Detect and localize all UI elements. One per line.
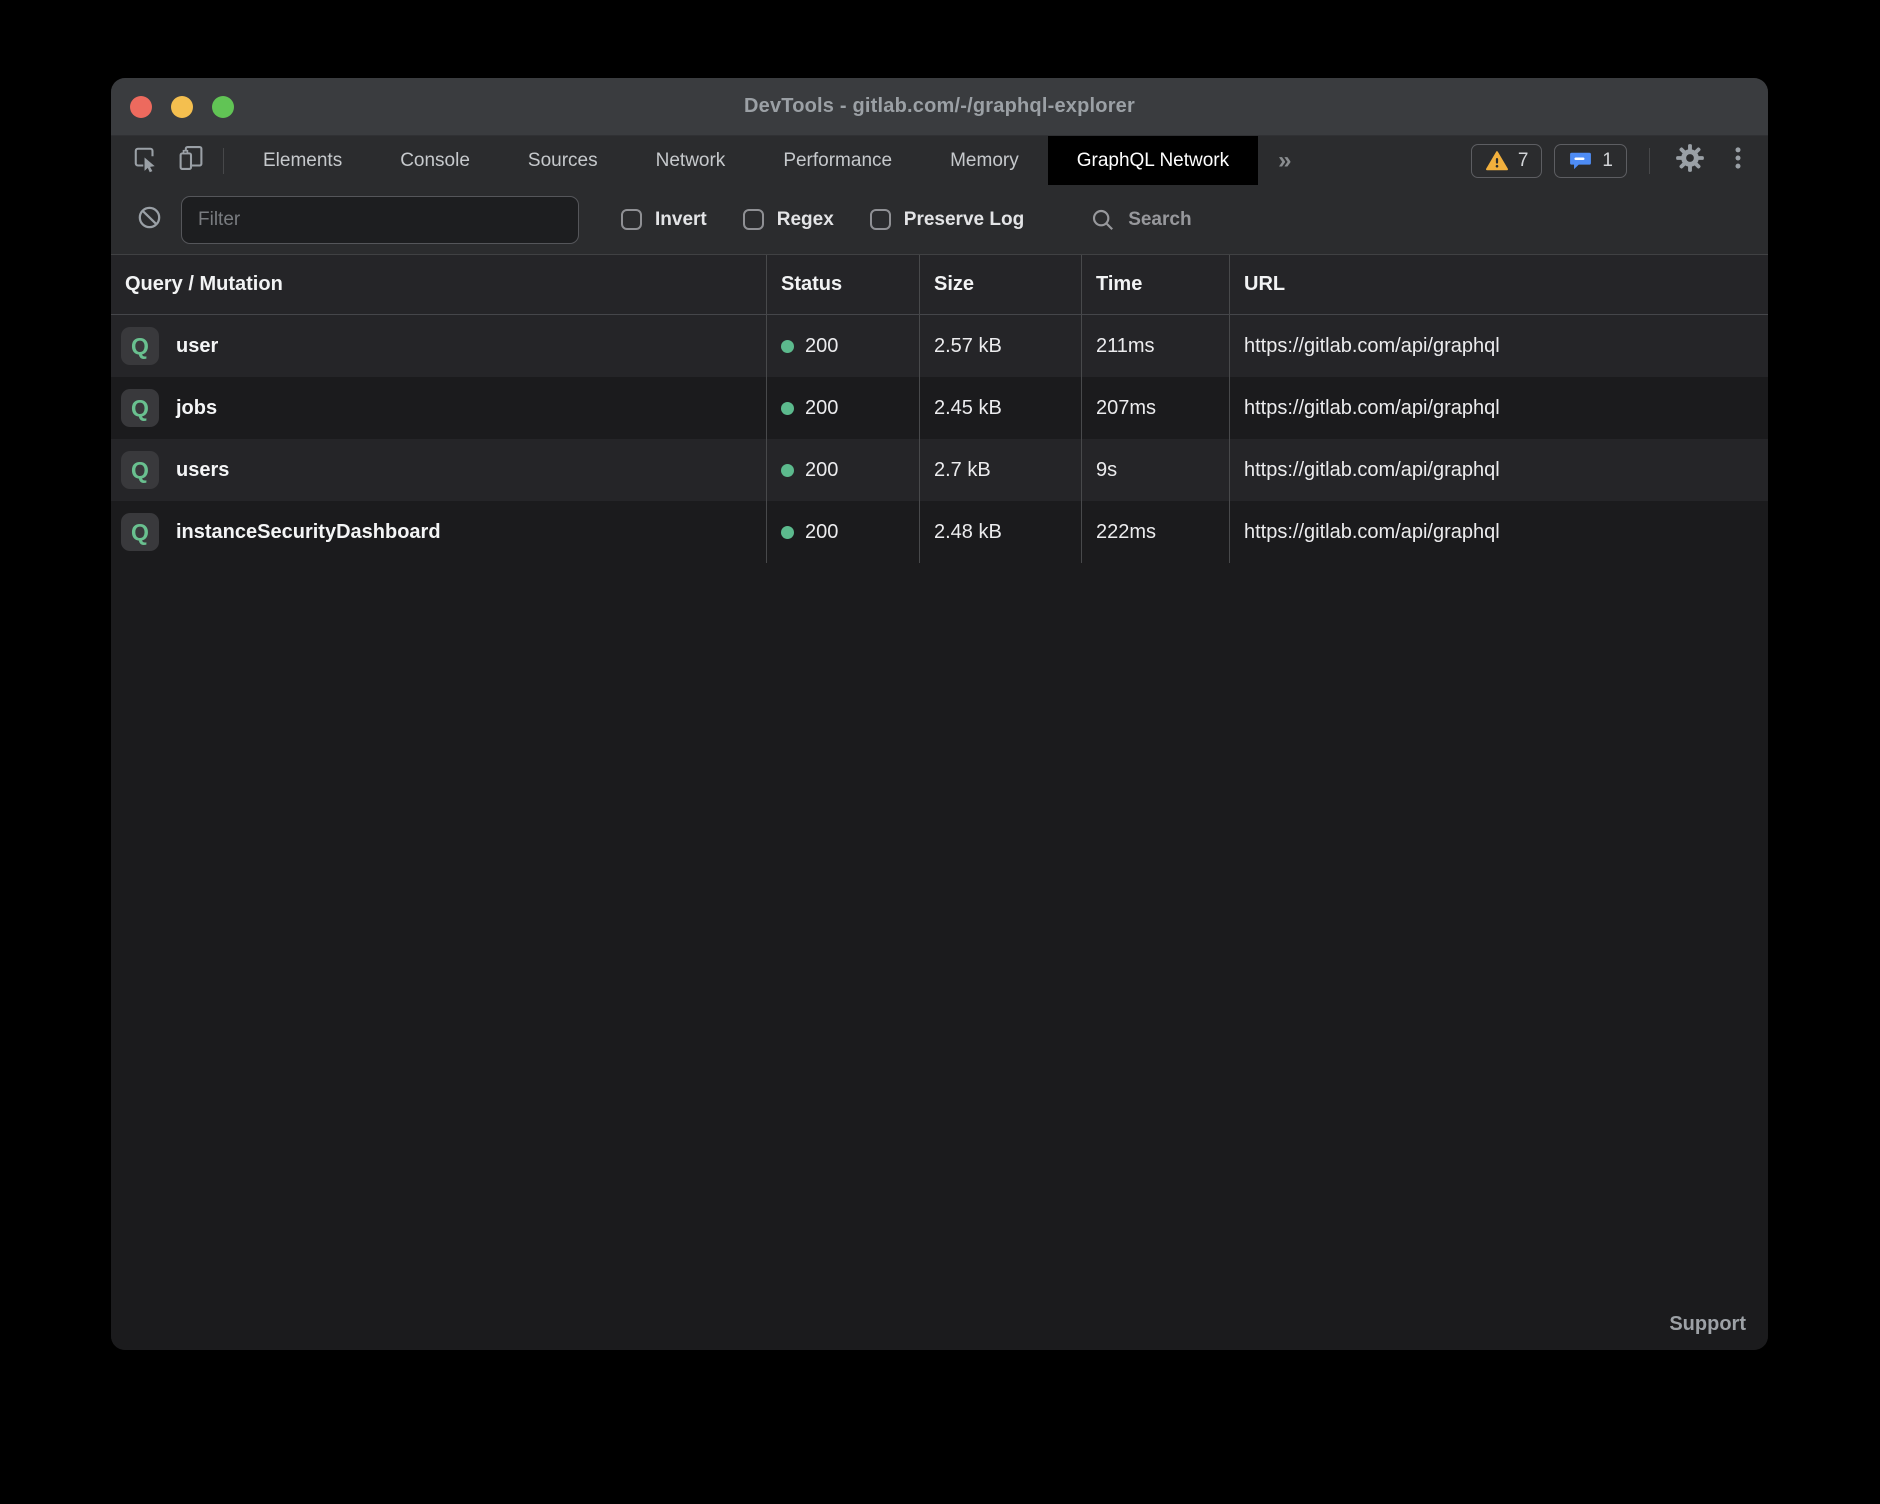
warnings-badge[interactable]: 7 <box>1471 144 1543 178</box>
tab-memory[interactable]: Memory <box>921 136 1048 185</box>
column-header-time[interactable]: Time <box>1081 255 1229 314</box>
window-title: DevTools - gitlab.com/-/graphql-explorer <box>744 95 1135 118</box>
column-header-size[interactable]: Size <box>919 255 1081 314</box>
tab-performance[interactable]: Performance <box>754 136 921 185</box>
tab-graphql-network[interactable]: GraphQL Network <box>1048 136 1258 185</box>
query-name: user <box>176 335 218 358</box>
regex-checkbox-group[interactable]: Regex <box>743 209 834 231</box>
message-count: 1 <box>1602 150 1613 172</box>
zoom-button[interactable] <box>212 96 234 118</box>
settings-button[interactable] <box>1672 143 1708 179</box>
status-ok-dot <box>781 464 794 477</box>
filter-toolbar: Invert Regex Preserve Log Search <box>111 185 1768 255</box>
traffic-lights <box>130 78 234 135</box>
close-button[interactable] <box>130 96 152 118</box>
invert-checkbox-group[interactable]: Invert <box>621 209 707 231</box>
preserve-log-checkbox-group[interactable]: Preserve Log <box>870 209 1024 231</box>
column-header-status[interactable]: Status <box>766 255 919 314</box>
preserve-log-label: Preserve Log <box>904 209 1024 231</box>
kebab-menu-icon <box>1725 145 1751 176</box>
regex-label: Regex <box>777 209 834 231</box>
invert-label: Invert <box>655 209 707 231</box>
status-ok-dot <box>781 526 794 539</box>
filter-input[interactable] <box>181 196 579 244</box>
column-header-url[interactable]: URL <box>1229 255 1768 314</box>
gear-icon <box>1674 142 1706 179</box>
response-size: 2.57 kB <box>919 315 1081 377</box>
device-toolbar-icon <box>176 143 206 178</box>
messages-badge[interactable]: 1 <box>1554 144 1627 178</box>
toolbar-separator <box>223 148 224 174</box>
query-name: jobs <box>176 397 217 420</box>
status-code: 200 <box>805 397 838 420</box>
tab-network[interactable]: Network <box>627 136 755 185</box>
response-time: 9s <box>1081 439 1229 501</box>
devtools-window: DevTools - gitlab.com/-/graphql-explorer <box>111 78 1768 1350</box>
status-code: 200 <box>805 521 838 544</box>
request-url: https://gitlab.com/api/graphql <box>1229 439 1768 501</box>
more-options-button[interactable] <box>1720 143 1756 179</box>
status-code: 200 <box>805 459 838 482</box>
response-time: 207ms <box>1081 377 1229 439</box>
panel-empty-area: Support <box>111 563 1768 1350</box>
device-toolbar-button[interactable] <box>173 143 209 179</box>
status-ok-dot <box>781 402 794 415</box>
block-icon <box>136 204 163 236</box>
inspect-element-button[interactable] <box>127 143 163 179</box>
request-url: https://gitlab.com/api/graphql <box>1229 501 1768 563</box>
titlebar: DevTools - gitlab.com/-/graphql-explorer <box>111 78 1768 135</box>
regex-checkbox[interactable] <box>743 209 764 230</box>
table-row[interactable]: Q jobs 200 2.45 kB 207ms https://gitlab.… <box>111 377 1768 439</box>
clear-button[interactable] <box>131 202 167 238</box>
minimize-button[interactable] <box>171 96 193 118</box>
response-time: 211ms <box>1081 315 1229 377</box>
table-header: Query / Mutation Status Size Time URL <box>111 255 1768 315</box>
controls-separator <box>1649 148 1650 174</box>
tab-sources[interactable]: Sources <box>499 136 627 185</box>
response-size: 2.7 kB <box>919 439 1081 501</box>
table-row[interactable]: Q users 200 2.7 kB 9s https://gitlab.com… <box>111 439 1768 501</box>
status-code: 200 <box>805 335 838 358</box>
request-url: https://gitlab.com/api/graphql <box>1229 315 1768 377</box>
search-button[interactable]: Search <box>1090 207 1191 233</box>
chat-bubble-icon <box>1568 148 1593 173</box>
request-url: https://gitlab.com/api/graphql <box>1229 377 1768 439</box>
more-tabs-button[interactable]: » <box>1258 136 1311 185</box>
table-row[interactable]: Q user 200 2.57 kB 211ms https://gitlab.… <box>111 315 1768 377</box>
table-row[interactable]: Q instanceSecurityDashboard 200 2.48 kB … <box>111 501 1768 563</box>
query-name: instanceSecurityDashboard <box>176 521 441 544</box>
response-size: 2.45 kB <box>919 377 1081 439</box>
warning-triangle-icon <box>1485 149 1509 173</box>
tab-elements[interactable]: Elements <box>234 136 371 185</box>
status-ok-dot <box>781 340 794 353</box>
search-icon <box>1090 207 1116 233</box>
query-name: users <box>176 459 229 482</box>
response-size: 2.48 kB <box>919 501 1081 563</box>
query-type-badge: Q <box>121 451 159 489</box>
query-type-badge: Q <box>121 513 159 551</box>
invert-checkbox[interactable] <box>621 209 642 230</box>
inspect-cursor-icon <box>130 143 160 178</box>
devtools-tabbar: Elements Console Sources Network Perform… <box>111 135 1768 185</box>
tab-console[interactable]: Console <box>371 136 499 185</box>
warning-count: 7 <box>1518 150 1529 172</box>
response-time: 222ms <box>1081 501 1229 563</box>
query-type-badge: Q <box>121 327 159 365</box>
query-type-badge: Q <box>121 389 159 427</box>
support-link[interactable]: Support <box>1669 1313 1746 1336</box>
preserve-log-checkbox[interactable] <box>870 209 891 230</box>
search-label: Search <box>1128 209 1191 231</box>
column-header-query-mutation[interactable]: Query / Mutation <box>111 255 766 314</box>
